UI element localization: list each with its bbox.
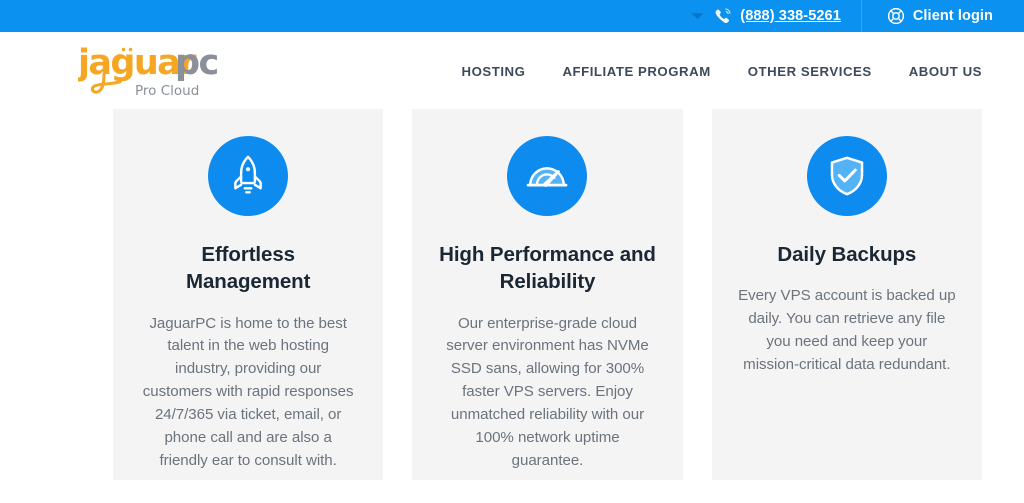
nav-item-about-us[interactable]: ABOUT US [909, 58, 982, 85]
rocket-icon [208, 136, 289, 216]
nav-item-hosting[interactable]: HOSTING [462, 58, 526, 85]
top-utility-bar-inner: (888) 338-5261 Client login [670, 0, 1024, 32]
feature-card-title: Effortless Management [186, 243, 311, 294]
svg-text:Pro Cloud: Pro Cloud [135, 83, 199, 99]
feature-card-effortless-management: Effortless Management JaguarPC is home t… [113, 109, 384, 480]
feature-card-daily-backups: Daily Backups Every VPS account is backe… [711, 109, 982, 480]
chevron-down-icon[interactable] [690, 9, 704, 23]
feature-card-title: High Performance and Reliability [439, 243, 656, 294]
phone-number-link[interactable]: (888) 338-5261 [740, 9, 841, 24]
jaguarpc-logo[interactable]: jaguar pc Pro Cloud [78, 38, 228, 100]
site-header: jaguar pc Pro Cloud HOSTING AFFILIATE PR… [0, 32, 1024, 109]
feature-card-body: Our enterprise-grade cloud server enviro… [446, 314, 649, 470]
client-login-group: Client login [860, 0, 993, 32]
feature-card-high-performance: High Performance and Reliability Our ent… [412, 109, 683, 480]
client-login-link[interactable]: Client login [887, 7, 993, 25]
svg-text:pc: pc [175, 43, 218, 83]
nav-item-other-services[interactable]: OTHER SERVICES [748, 58, 872, 85]
top-utility-bar: (888) 338-5261 Client login [0, 0, 1024, 32]
feature-card-list: Effortless Management JaguarPC is home t… [113, 109, 982, 480]
phone-group: (888) 338-5261 [670, 0, 861, 32]
client-login-label: Client login [912, 7, 993, 24]
lifebuoy-icon [887, 7, 905, 25]
shield-check-icon [806, 136, 887, 216]
feature-card-body: Every VPS account is backed up daily. Yo… [738, 287, 956, 374]
speedometer-icon [507, 136, 588, 216]
feature-card-title: Daily Backups [777, 243, 917, 266]
phone-ringing-icon [714, 7, 732, 25]
nav-item-affiliate-program[interactable]: AFFILIATE PROGRAM [562, 58, 710, 85]
main-navigation: HOSTING AFFILIATE PROGRAM OTHER SERVICES… [462, 58, 983, 85]
feature-card-body: JaguarPC is home to the best talent in t… [142, 314, 354, 470]
